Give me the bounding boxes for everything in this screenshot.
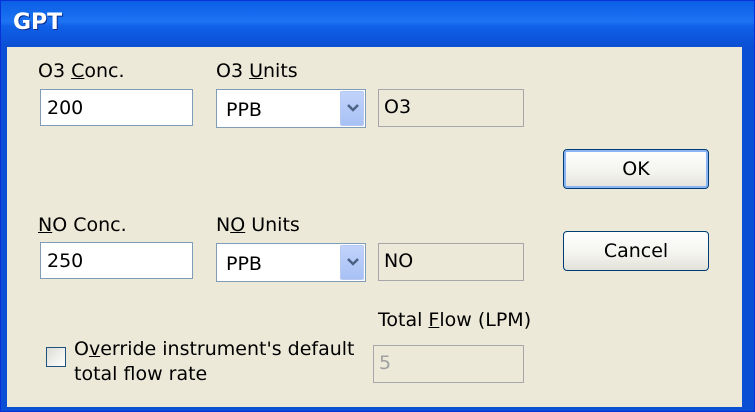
total-flow-field: 5 (373, 345, 524, 383)
window-title: GPT (13, 10, 63, 35)
override-label[interactable]: Override instrument's default total flow… (74, 337, 355, 387)
o3-conc-label: O3 Conc. (38, 60, 125, 82)
no-conc-input[interactable]: 250 (40, 242, 193, 279)
chevron-down-icon (347, 258, 359, 266)
o3-units-label: O3 Units (216, 60, 298, 82)
total-flow-label: Total Flow (LPM) (378, 309, 532, 331)
cancel-button[interactable]: Cancel (563, 231, 709, 271)
title-bar[interactable]: GPT (1, 1, 754, 47)
o3-units-value: PPB (226, 99, 262, 121)
o3-units-dropdown-button[interactable] (340, 91, 364, 126)
override-checkbox[interactable] (46, 347, 66, 367)
dialog-body: O3 Conc. 200 O3 Units PPB O3 OK NO Conc.… (7, 47, 742, 407)
no-units-label: NO Units (216, 214, 300, 236)
gpt-dialog: GPT O3 Conc. 200 O3 Units PPB O3 OK NO C… (0, 0, 755, 412)
o3-conc-input[interactable]: 200 (40, 89, 193, 126)
o3-units-select[interactable]: PPB (216, 89, 366, 128)
o3-gas-field: O3 (378, 89, 524, 127)
no-units-value: PPB (226, 253, 262, 275)
ok-button[interactable]: OK (563, 149, 709, 189)
no-units-dropdown-button[interactable] (340, 245, 364, 280)
no-conc-label: NO Conc. (38, 214, 127, 236)
chevron-down-icon (347, 104, 359, 112)
no-units-select[interactable]: PPB (216, 243, 366, 282)
no-gas-field: NO (378, 243, 524, 281)
